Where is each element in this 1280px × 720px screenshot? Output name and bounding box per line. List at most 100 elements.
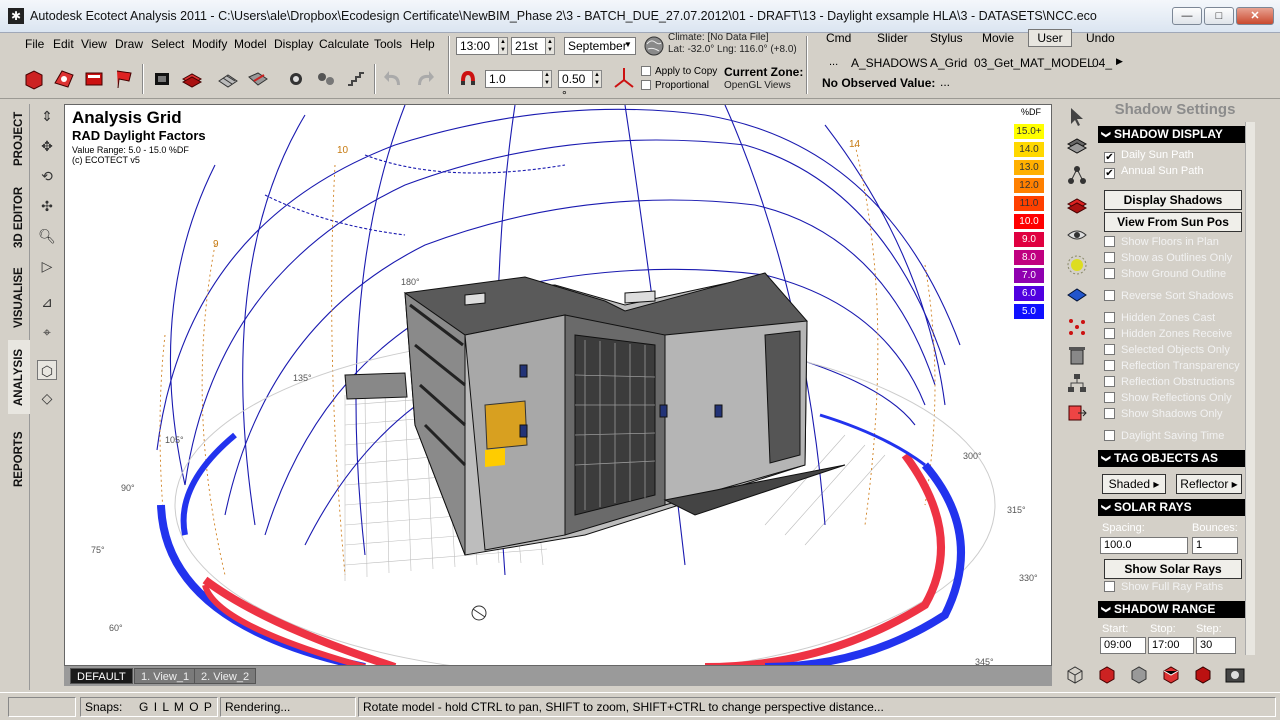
- checkbox-box[interactable]: [1104, 252, 1115, 263]
- menu-display[interactable]: Display: [274, 37, 313, 51]
- start-input[interactable]: 09:00: [1100, 637, 1146, 654]
- checkbox-box[interactable]: [1104, 408, 1115, 419]
- current-zone-value[interactable]: OpenGL Views: [724, 80, 791, 91]
- daylight-saving-checkbox[interactable]: Daylight Saving Time: [1104, 430, 1224, 442]
- tab-slider[interactable]: Slider: [877, 31, 908, 45]
- zone-a-shadows[interactable]: A_SHADOWS: [851, 56, 928, 70]
- magnet-icon[interactable]: [456, 67, 480, 91]
- menu-draw[interactable]: Draw: [115, 37, 143, 51]
- zone-04[interactable]: 04_: [1092, 56, 1112, 70]
- increment-field[interactable]: 1.0: [485, 70, 543, 88]
- minimize-button[interactable]: —: [1172, 7, 1202, 25]
- wire-cube-icon[interactable]: [1064, 664, 1086, 686]
- show-shadows-only-checkbox[interactable]: Show Shadows Only: [1104, 408, 1223, 420]
- close-button[interactable]: ✕: [1236, 7, 1274, 25]
- blue-layer-icon[interactable]: [1066, 284, 1088, 306]
- hidden-zones-receive-checkbox[interactable]: Hidden Zones Receive: [1104, 328, 1232, 340]
- selected-objects-only-checkbox[interactable]: Selected Objects Only: [1104, 344, 1230, 356]
- menu-help[interactable]: Help: [410, 37, 435, 51]
- reflection-obstructions-checkbox[interactable]: Reflection Obstructions: [1104, 376, 1235, 388]
- layers-icon[interactable]: [180, 67, 204, 91]
- section-tag-objects[interactable]: TAG OBJECTS AS: [1098, 450, 1246, 467]
- checkbox-box[interactable]: [1104, 290, 1115, 301]
- scene-canvas[interactable]: 10 14 9 135° 90° 75° 60° 300° 315° 330° …: [65, 105, 1052, 666]
- export-red-icon[interactable]: [1066, 402, 1088, 424]
- tab-default-view[interactable]: DEFAULT: [70, 668, 133, 684]
- globe-icon[interactable]: [643, 35, 665, 57]
- block-red-icon[interactable]: [82, 67, 106, 91]
- spacing-input[interactable]: 100.0: [1100, 537, 1188, 554]
- surface-icon[interactable]: [246, 67, 270, 91]
- tab-movie[interactable]: Movie: [982, 31, 1014, 45]
- stack-icon[interactable]: [1066, 134, 1088, 156]
- proportional-checkbox[interactable]: Proportional: [641, 80, 709, 91]
- axis-view-icon[interactable]: ⊿: [37, 292, 57, 312]
- zone-red-icon[interactable]: [52, 67, 76, 91]
- ecotect-app-icon[interactable]: ✱: [8, 8, 24, 24]
- stop-input[interactable]: 17:00: [1148, 637, 1194, 654]
- menu-file[interactable]: File: [25, 37, 44, 51]
- camera-icon[interactable]: [150, 67, 174, 91]
- zone-a-grid[interactable]: A_Grid: [930, 56, 967, 70]
- sun-cluster-icon[interactable]: [284, 67, 308, 91]
- tab-stylus[interactable]: Stylus: [930, 31, 963, 45]
- checkbox-box[interactable]: [1104, 360, 1115, 371]
- menu-view[interactable]: View: [81, 37, 107, 51]
- red-layers-icon[interactable]: [1066, 194, 1088, 216]
- tab-3d-editor[interactable]: 3D EDITOR: [8, 178, 30, 256]
- daily-sun-path-checkbox[interactable]: ✔ Daily Sun Path: [1104, 149, 1194, 163]
- show-reflections-only-checkbox[interactable]: Show Reflections Only: [1104, 392, 1232, 404]
- checkbox-box[interactable]: ✔: [1104, 168, 1115, 179]
- checkbox-box[interactable]: [1104, 236, 1115, 247]
- increment-spinner[interactable]: ▲ ▼: [542, 70, 552, 88]
- section-shadow-display[interactable]: SHADOW DISPLAY: [1098, 126, 1246, 143]
- checkbox-box[interactable]: ✔: [1104, 152, 1115, 163]
- points-icon[interactable]: [1066, 316, 1088, 338]
- eye-icon[interactable]: [1066, 224, 1088, 246]
- day-spinner[interactable]: ▲ ▼: [545, 37, 555, 55]
- apply-to-copy-checkbox[interactable]: Apply to Copy: [641, 66, 717, 77]
- magnifier-icon[interactable]: 🔍︎: [37, 226, 57, 246]
- orbit-icon[interactable]: ⟲: [37, 166, 57, 186]
- move-icon[interactable]: ✣: [37, 196, 57, 216]
- panel-scrollbar[interactable]: [1245, 122, 1255, 655]
- flag-red-icon[interactable]: [112, 67, 136, 91]
- section-shadow-range[interactable]: SHADOW RANGE: [1098, 601, 1246, 618]
- tag-shaded-button[interactable]: Shaded ▸: [1102, 474, 1166, 494]
- checkbox-box[interactable]: [1104, 328, 1115, 339]
- wireframe-cube-icon[interactable]: ◇: [37, 388, 57, 408]
- reflection-transparency-checkbox[interactable]: Reflection Transparency: [1104, 360, 1240, 372]
- tab-user[interactable]: User: [1028, 29, 1072, 47]
- checkbox-box[interactable]: [1104, 268, 1115, 279]
- menu-model[interactable]: Model: [234, 37, 267, 51]
- tab-project[interactable]: PROJECT: [8, 104, 30, 174]
- cube-red-icon[interactable]: [22, 67, 46, 91]
- grid-icon[interactable]: [216, 67, 240, 91]
- tab-cmd[interactable]: Cmd: [826, 31, 851, 45]
- menu-select[interactable]: Select: [151, 37, 184, 51]
- checkbox-box[interactable]: [1104, 581, 1115, 592]
- day-field[interactable]: 21st: [511, 37, 547, 55]
- sun-icon[interactable]: [1066, 254, 1088, 276]
- stairs-icon[interactable]: [344, 67, 368, 91]
- display-shadows-button[interactable]: Display Shadows: [1104, 190, 1242, 210]
- target-icon[interactable]: ⌖: [37, 322, 57, 342]
- zone-ellipsis[interactable]: ...: [829, 56, 838, 68]
- checkbox-box[interactable]: [1104, 392, 1115, 403]
- menu-tools[interactable]: Tools: [374, 37, 402, 51]
- tab-view-2[interactable]: 2. View_2: [194, 668, 257, 684]
- red-box-icon[interactable]: [1160, 664, 1182, 686]
- redo-arrow-icon[interactable]: [412, 67, 436, 91]
- tag-reflector-button[interactable]: Reflector ▸: [1176, 474, 1242, 494]
- show-ground-outline-checkbox[interactable]: Show Ground Outline: [1104, 268, 1226, 280]
- axis-icon[interactable]: [612, 66, 636, 90]
- checkbox-box[interactable]: [1104, 376, 1115, 387]
- zoom-vertical-icon[interactable]: ⇕: [37, 106, 57, 126]
- 3d-viewport[interactable]: 10 14 9 135° 90° 75° 60° 300° 315° 330° …: [64, 104, 1052, 666]
- nodes-icon[interactable]: [314, 67, 338, 91]
- time-spinner[interactable]: ▲ ▼: [498, 37, 508, 55]
- angle-field[interactable]: 0.50 °: [558, 70, 594, 102]
- zone-03-get-mat-model[interactable]: 03_Get_MAT_MODEL: [974, 56, 1094, 70]
- menu-calculate[interactable]: Calculate: [319, 37, 369, 51]
- maximize-button[interactable]: □: [1204, 7, 1234, 25]
